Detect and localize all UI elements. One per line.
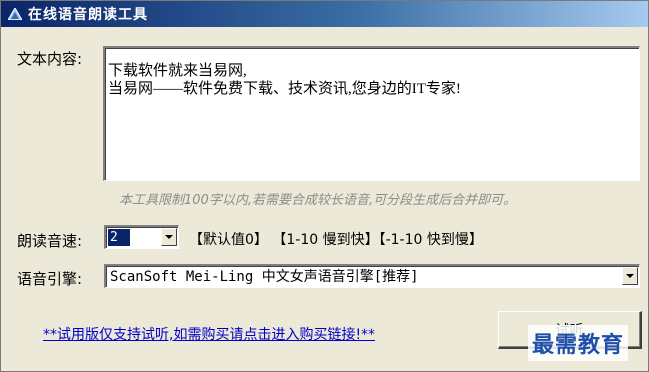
engine-label: 语音引擎: xyxy=(17,270,83,288)
engine-selected-value: ScanSoft Mei-Ling 中文女声语音引擎[推荐] xyxy=(110,269,419,285)
app-triangle-icon xyxy=(7,6,23,22)
text-content-label: 文本内容: xyxy=(17,50,83,68)
engine-dropdown[interactable]: ScanSoft Mei-Ling 中文女声语音引擎[推荐] xyxy=(104,264,640,288)
text-content-input[interactable]: 下载软件就来当易网, 当易网——软件免费下载、技术资讯,您身边的IT专家! xyxy=(103,46,640,181)
window-title: 在线语音朗读工具 xyxy=(28,7,148,23)
speed-dropdown[interactable]: 2 xyxy=(104,225,179,249)
length-hint-text: 本工具限制100字以内,若需要合成较长语音,可分段生成后合并即可。 xyxy=(119,193,517,208)
speed-label: 朗读音速: xyxy=(17,232,83,250)
title-bar[interactable]: 在线语音朗读工具 xyxy=(1,1,648,27)
app-window: 在线语音朗读工具 文本内容: 下载软件就来当易网, 当易网——软件免费下载、技术… xyxy=(0,0,649,372)
speed-range-hints: 【默认值0】 【1-10 慢到快】【-1-10 快到慢】 xyxy=(189,232,483,248)
chevron-down-icon[interactable] xyxy=(161,228,177,246)
speed-selected-value: 2 xyxy=(108,229,130,246)
chevron-down-icon[interactable] xyxy=(622,267,638,285)
watermark-logo: 最需教育 xyxy=(528,325,629,361)
purchase-link[interactable]: **试用版仅支持试听,如需购买请点击进入购买链接!** xyxy=(43,324,375,344)
